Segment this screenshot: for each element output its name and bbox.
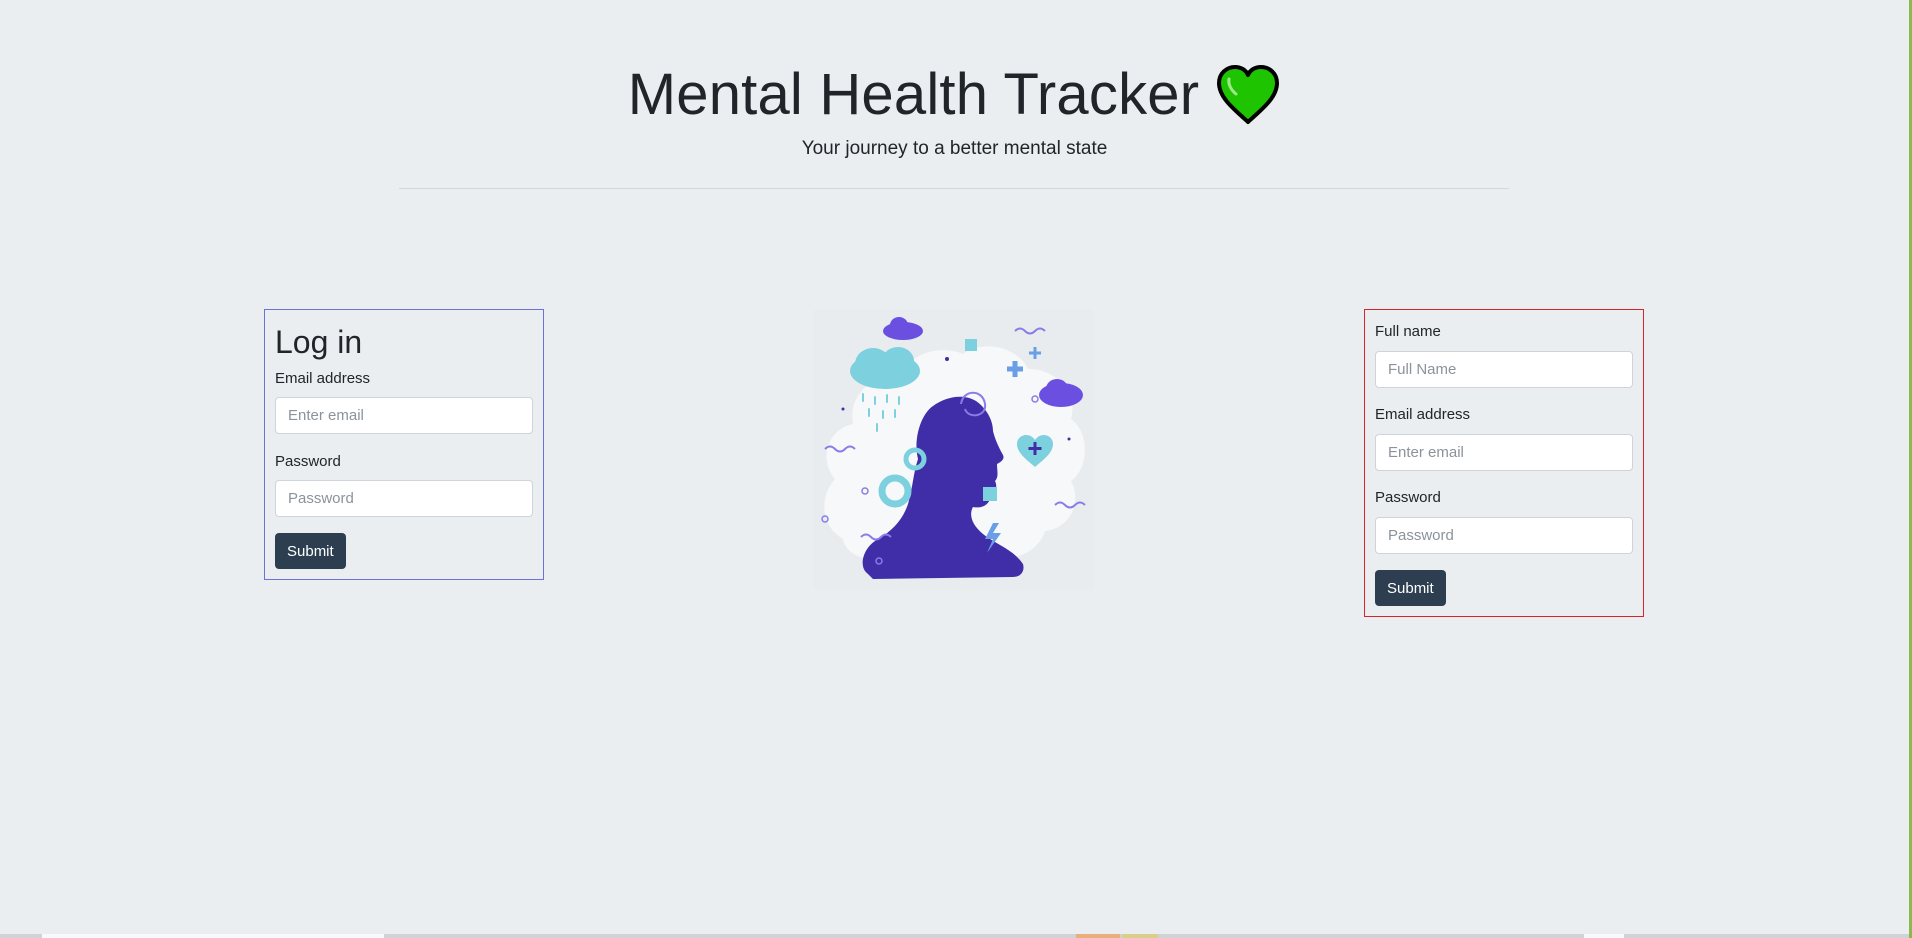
login-heading: Log in <box>275 324 363 360</box>
login-password-label: Password <box>275 453 341 470</box>
mental-health-illustration <box>813 309 1094 590</box>
login-email-input[interactable] <box>275 397 533 434</box>
login-password-input[interactable] <box>275 480 533 517</box>
login-submit-button[interactable]: Submit <box>275 533 346 569</box>
mind-head-illustration-icon <box>821 317 1086 579</box>
taskbar-segment <box>1584 934 1624 938</box>
signup-email-label: Email address <box>1375 406 1471 423</box>
scrollbar-thumb[interactable] <box>42 934 384 938</box>
login-email-label: Email address <box>275 370 371 387</box>
signup-email-input[interactable] <box>1375 434 1633 471</box>
horizontal-scrollbar[interactable] <box>0 934 1909 938</box>
title-row: Mental Health Tracker <box>0 60 1909 130</box>
page-title: Mental Health Tracker <box>627 62 1200 127</box>
signup-password-input[interactable] <box>1375 517 1633 554</box>
taskbar-segment <box>1122 934 1158 938</box>
green-heart-icon <box>1217 65 1280 124</box>
signup-password-label: Password <box>1375 489 1441 506</box>
page-subtitle: Your journey to a better mental state <box>801 138 1108 159</box>
signup-name-input[interactable] <box>1375 351 1633 388</box>
taskbar-segment <box>1076 934 1120 938</box>
header-divider <box>399 188 1509 189</box>
signup-name-label: Full name <box>1375 323 1441 340</box>
signup-form: Full name Email address Password Submit <box>1364 309 1644 617</box>
signup-submit-button[interactable]: Submit <box>1375 570 1446 606</box>
login-form: Log in Email address Password Submit <box>264 309 544 580</box>
